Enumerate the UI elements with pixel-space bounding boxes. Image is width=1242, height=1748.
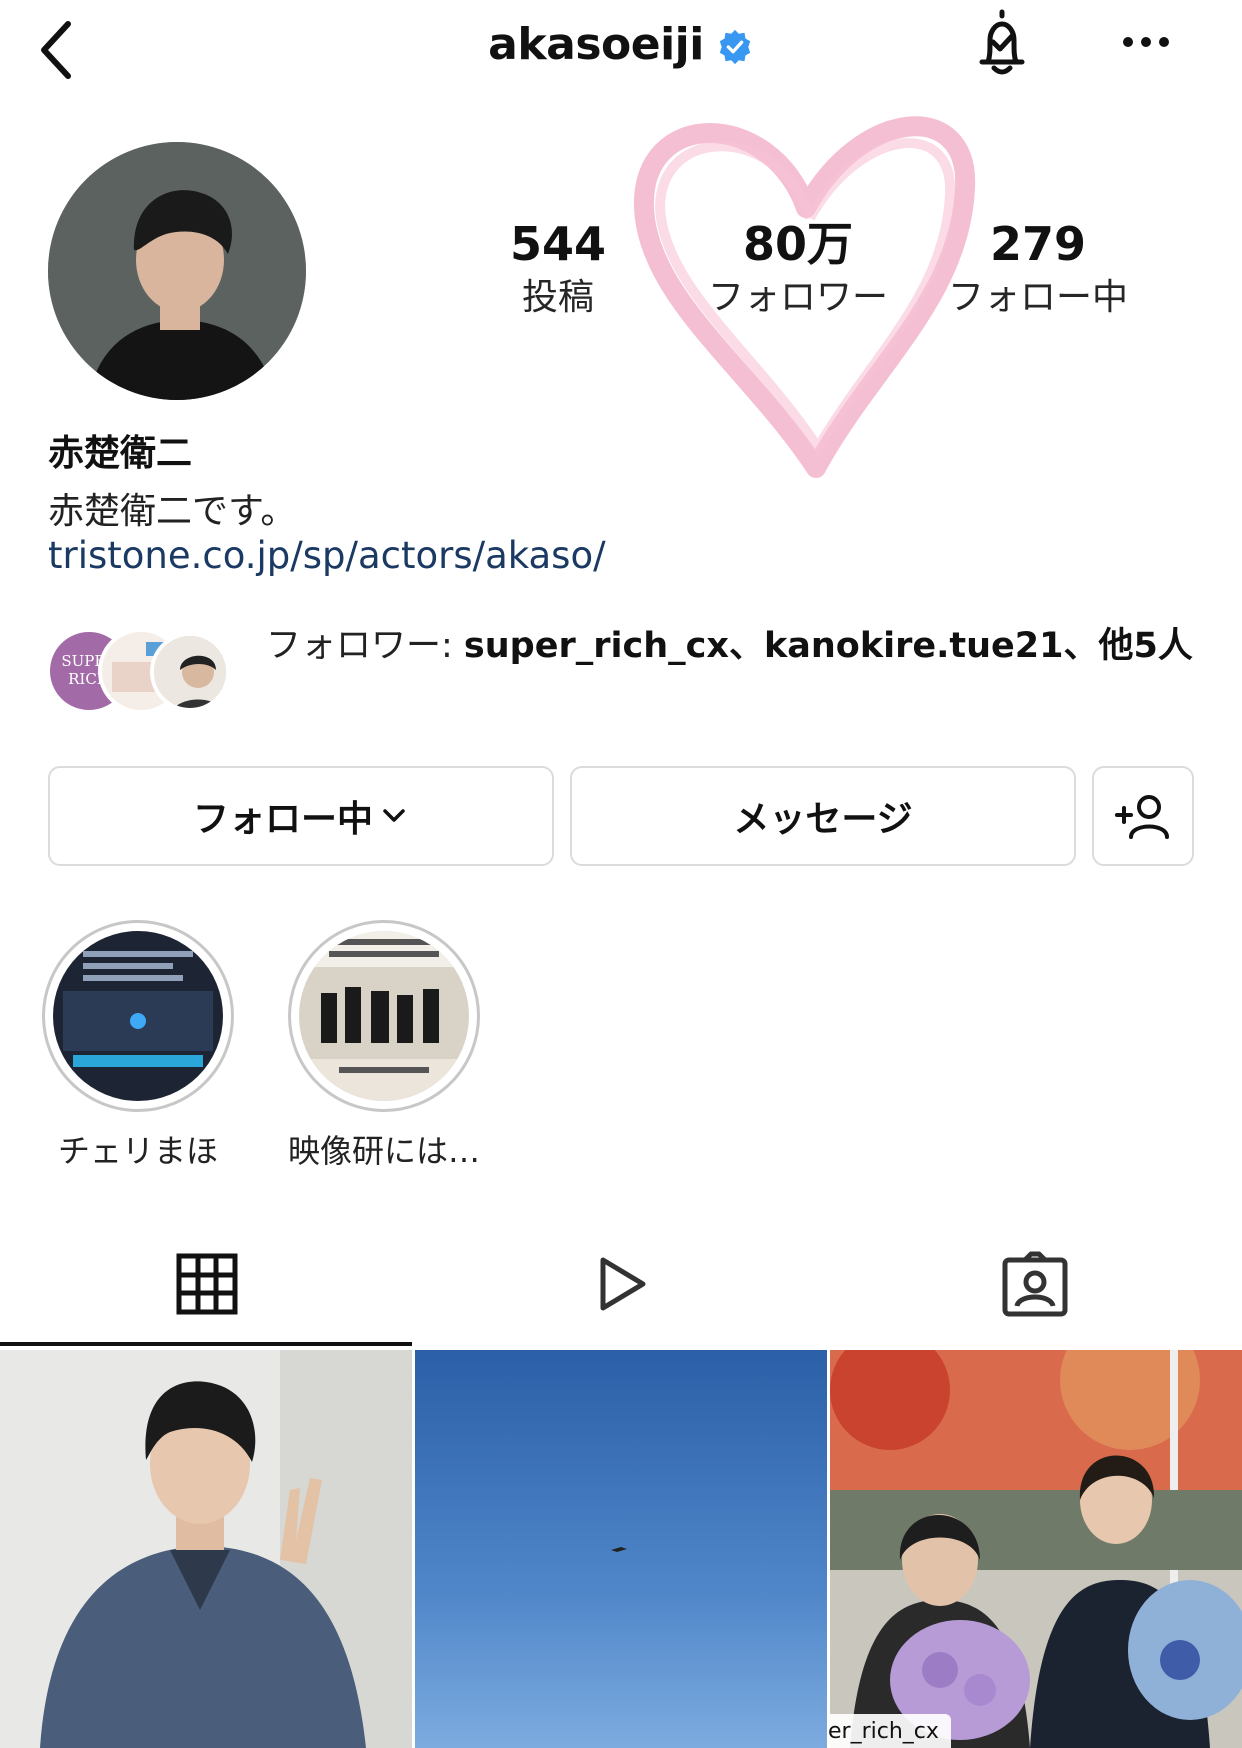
following-label: フォロー中 — [947, 277, 1128, 318]
bio-text: 赤楚衛二です。 — [48, 491, 297, 532]
bell-check-icon — [979, 9, 1025, 75]
follower-avatar-3 — [150, 632, 230, 712]
profile-header: akasoeiji — [0, 12, 1242, 76]
more-options-button[interactable] — [1116, 18, 1176, 66]
followers-label: フォロワー — [707, 277, 888, 318]
followed-by-text[interactable]: フォロワー: super_rich_cx、kanokire.tue21、他5人 — [266, 618, 1206, 674]
more-horizontal-icon — [1123, 37, 1169, 47]
highlight-label: チェリまほ — [57, 1132, 218, 1170]
post-image-sky — [415, 1350, 827, 1748]
reels-icon — [600, 1257, 646, 1311]
verified-badge-icon — [719, 29, 751, 65]
post-thumbnail[interactable] — [830, 1350, 1242, 1748]
followed-by-accounts: super_rich_cx、kanokire.tue21 — [463, 626, 1064, 666]
add-person-icon — [1115, 795, 1169, 839]
post-tag-label: er_rich_cx — [828, 1714, 951, 1748]
stat-followers[interactable]: 80万 フォロワー — [688, 214, 908, 322]
post-thumbnail[interactable] — [415, 1350, 827, 1748]
suggested-accounts-button[interactable] — [1092, 766, 1194, 866]
highlight-ring — [288, 920, 480, 1112]
display-name: 赤楚衛二 — [48, 433, 193, 474]
following-button-label: フォロー中 — [192, 799, 373, 840]
highlight-label: 映像研には… — [287, 1132, 480, 1170]
tagged-icon — [1002, 1251, 1068, 1317]
chevron-down-icon — [383, 809, 405, 822]
stat-posts[interactable]: 544 投稿 — [448, 214, 668, 322]
highlight-item[interactable]: 映像研には… — [284, 920, 484, 1172]
posts-label: 投稿 — [521, 277, 594, 318]
highlight-item[interactable]: チェリまほ — [38, 920, 238, 1172]
highlight-ring — [42, 920, 234, 1112]
followed-by-others: 、他5人 — [1063, 626, 1193, 666]
posts-count: 544 — [509, 217, 607, 271]
message-button-label: メッセージ — [733, 799, 913, 840]
followed-by-avatars[interactable]: SUPER RICH — [46, 628, 236, 720]
username: akasoeiji — [488, 18, 704, 70]
tab-reels[interactable] — [414, 1222, 828, 1346]
highlight-cover — [299, 931, 469, 1101]
profile-photo — [48, 142, 306, 400]
post-image-portrait — [0, 1350, 412, 1748]
following-count: 279 — [989, 217, 1087, 271]
message-button[interactable]: メッセージ — [570, 766, 1076, 866]
tab-tagged[interactable] — [828, 1222, 1242, 1346]
notification-bell-button[interactable] — [968, 6, 1036, 82]
followed-by-prefix: フォロワー: — [266, 626, 464, 666]
highlight-cover — [53, 931, 223, 1101]
post-thumbnail[interactable] — [0, 1350, 412, 1748]
following-button[interactable]: フォロー中 — [48, 766, 554, 866]
post-image-bouquet — [830, 1350, 1242, 1748]
stat-following[interactable]: 279 フォロー中 — [928, 214, 1148, 322]
profile-avatar[interactable] — [48, 142, 306, 400]
bio-link[interactable]: tristone.co.jp/sp/actors/akaso/ — [48, 534, 606, 577]
grid-icon — [176, 1253, 238, 1315]
tab-posts-grid[interactable] — [0, 1222, 414, 1346]
followers-count: 80万 — [742, 217, 853, 271]
active-tab-indicator — [0, 1342, 412, 1346]
